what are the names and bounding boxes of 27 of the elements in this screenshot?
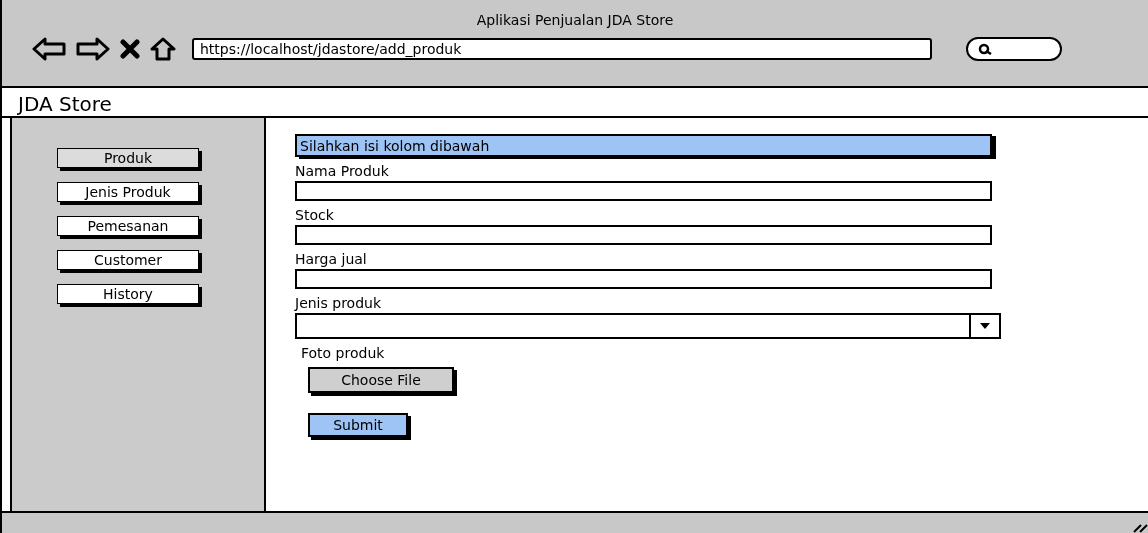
submit-button[interactable]: Submit bbox=[308, 413, 408, 437]
field-label: Nama Produk bbox=[295, 163, 389, 179]
search-field[interactable] bbox=[966, 37, 1062, 61]
choose-file-button[interactable]: Choose File bbox=[308, 367, 454, 393]
sidebar-item[interactable]: Pemesanan bbox=[57, 216, 199, 236]
field-label: Stock bbox=[295, 207, 334, 223]
address-bar[interactable]: https://localhost/jdastore/add_produk bbox=[192, 38, 932, 60]
home-icon[interactable] bbox=[150, 37, 176, 61]
field-label: Foto produk bbox=[301, 345, 385, 361]
field-label: Harga jual bbox=[295, 251, 367, 267]
app-title: JDA Store bbox=[18, 92, 112, 116]
resize-grip-icon bbox=[1132, 523, 1148, 533]
input-field[interactable] bbox=[295, 269, 992, 289]
field-label: Jenis produk bbox=[295, 295, 382, 311]
input-field[interactable] bbox=[295, 181, 992, 201]
sidebar-item[interactable]: History bbox=[57, 284, 199, 304]
dropdown[interactable] bbox=[295, 313, 1001, 339]
caret-icon bbox=[980, 323, 990, 329]
input-field[interactable] bbox=[295, 225, 992, 245]
close-icon[interactable] bbox=[120, 39, 140, 59]
sidebar-item[interactable]: Produk bbox=[57, 148, 199, 168]
forward-icon[interactable] bbox=[76, 37, 110, 61]
window-title: Aplikasi Penjualan JDA Store bbox=[475, 11, 675, 30]
sidebar-item[interactable]: Customer bbox=[57, 250, 199, 270]
back-icon[interactable] bbox=[32, 37, 66, 61]
sidebar-item[interactable]: Jenis Produk bbox=[57, 182, 199, 202]
search-icon bbox=[978, 43, 992, 55]
